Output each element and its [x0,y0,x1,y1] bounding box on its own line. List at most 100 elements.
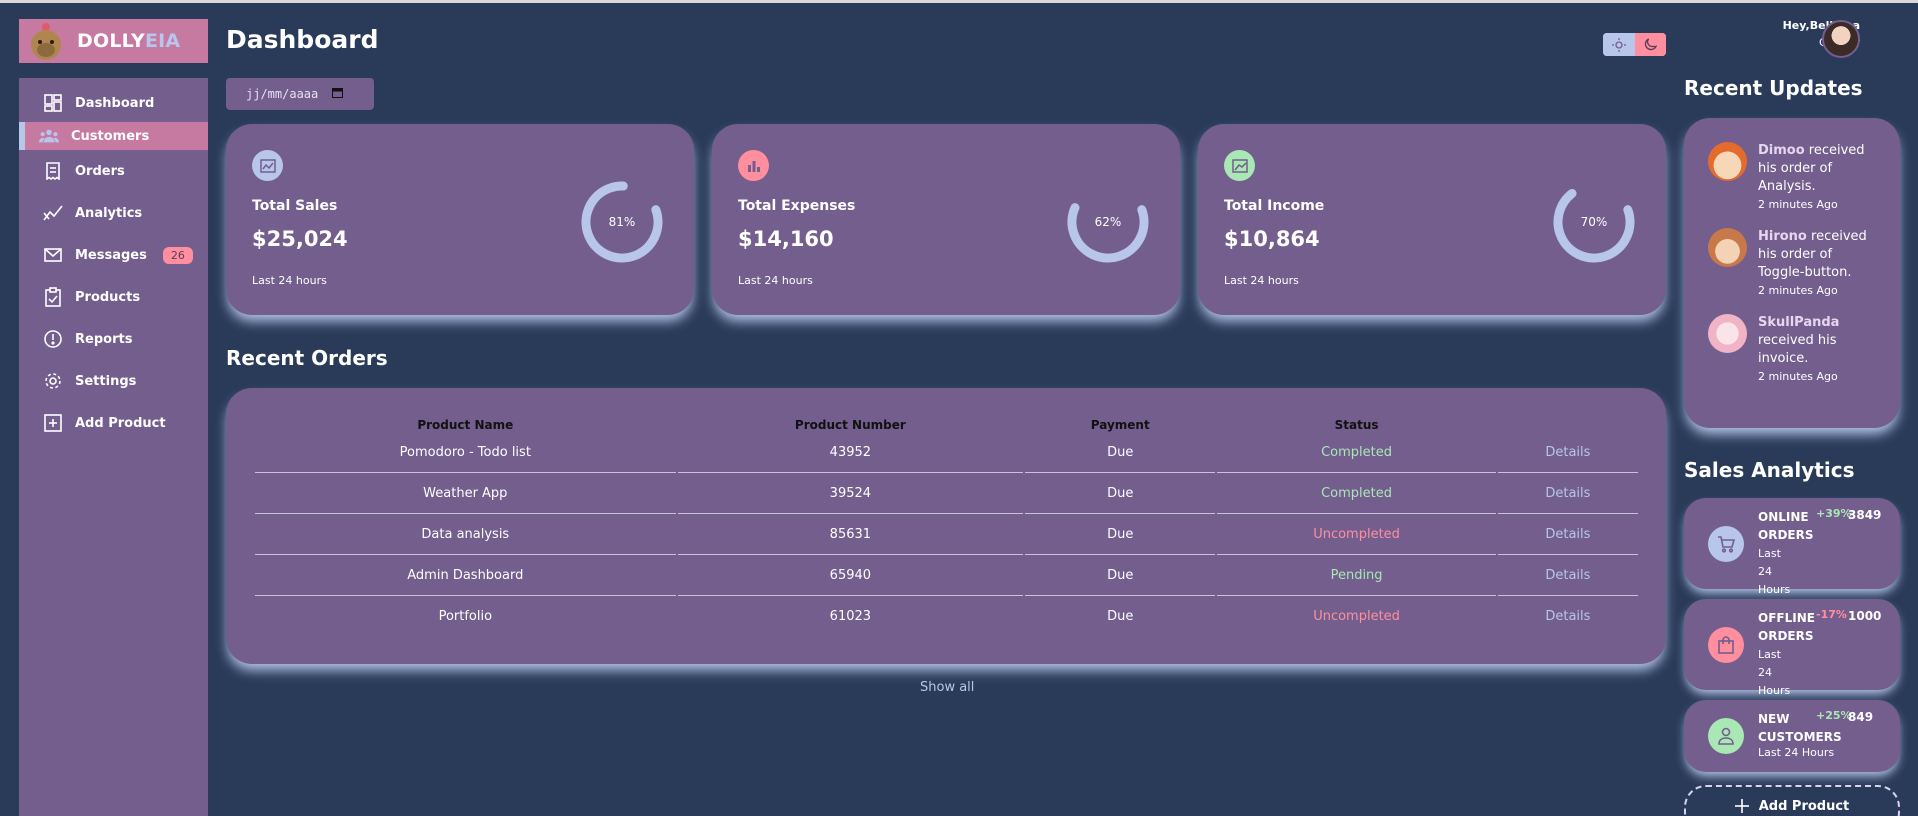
calendar-icon[interactable] [332,87,344,101]
date-placeholder: jj/mm/aaaa [246,87,319,101]
progress-percent: 81% [608,215,636,229]
payment-cell: Due [1025,514,1216,555]
orders-panel: Product Name Product Number Payment Stat… [226,388,1666,664]
product-name-cell: Pomodoro - Todo list [255,432,676,473]
details-link[interactable]: Details [1497,432,1638,473]
sales-item-online-orders[interactable]: ONLINE ORDERS Last 24 Hours +39% 3849 [1684,498,1900,596]
mail-icon [43,245,63,265]
capybara-logo-icon [27,21,65,61]
details-link[interactable]: Details [1498,596,1638,637]
sales-item-title: NEW CUSTOMERS [1758,712,1842,744]
column-header: Status [1334,418,1379,432]
sales-item-sub: Last 24 Hours [1758,547,1791,596]
sidebar: DOLLYEIA Dashboard Customers Orders Anal… [19,19,208,816]
update-item[interactable]: Hirono received his order of Toggle-butt… [1708,228,1878,297]
sidebar-item-analytics[interactable]: Analytics [19,199,208,227]
product-name-cell: Data analysis [255,514,676,555]
sidebar-item-products[interactable]: Products [19,283,208,311]
sidebar-item-dashboard[interactable]: Dashboard [19,89,208,117]
table-row: Pomodoro - Todo list 43952 Due Completed Det… [255,432,1638,473]
orders-table: Product Name Product Number Payment Stat… [253,410,1640,637]
add-product-button[interactable]: Add Product [1684,785,1900,816]
dark-mode-icon[interactable] [1634,33,1666,56]
stat-period: Last 24 hours [252,274,327,287]
sidebar-item-orders[interactable]: Orders [19,157,208,185]
sidebar-item-label: Settings [75,373,137,389]
light-mode-icon[interactable] [1603,33,1635,56]
sales-item-offline-orders[interactable]: OFFLINE ORDERS Last 24 Hours -17% 1000 [1684,599,1900,697]
product-number-cell: 65940 [677,555,1024,596]
messages-count-badge: 26 [162,246,193,264]
status-cell: Pending [1217,555,1496,596]
brand-name: DOLLYEIA [77,30,181,52]
cart-icon [1708,526,1744,562]
product-number-cell: 43952 [677,432,1024,473]
details-link[interactable]: Details [1497,555,1638,596]
sidebar-item-label: Analytics [75,205,143,221]
sales-item-new-customers[interactable]: NEW CUSTOMERS Last 24 Hours +25% 849 [1684,700,1900,772]
product-number-cell: 39524 [677,473,1024,514]
stat-card-total-sales[interactable]: Total Sales $25,024 Last 24 hours 81% [226,124,694,315]
sales-item-title: OFFLINE ORDERS [1758,611,1815,643]
sidebar-item-label: Orders [75,163,125,179]
product-name-cell: Weather App [255,473,676,514]
sidebar-item-reports[interactable]: Reports [19,325,208,353]
skullpanda-avatar [1708,314,1747,353]
sales-item-title: ONLINE ORDERS [1758,510,1814,542]
update-item[interactable]: Dimoo received his order of Analysis. 2 … [1708,142,1878,211]
stat-value: $10,864 [1224,227,1320,251]
brand[interactable]: DOLLYEIA [19,19,208,63]
avatar[interactable] [1822,20,1860,58]
gear-icon [43,371,63,391]
plus-icon [1734,799,1749,816]
sales-item-percent: +39% [1816,507,1852,520]
details-link[interactable]: Details [1497,473,1638,514]
sidebar-item-label: Add Product [75,415,166,431]
sidebar-item-customers[interactable]: Customers [19,122,208,150]
customers-icon [39,126,59,146]
stat-period: Last 24 hours [738,274,813,287]
update-item[interactable]: SkullPanda received his invoice. 2 minut… [1708,314,1878,383]
sidebar-item-settings[interactable]: Settings [19,367,208,395]
sales-analytics-title: Sales Analytics [1684,458,1855,482]
details-link[interactable]: Details [1497,514,1638,555]
sales-item-percent: -17% [1816,608,1847,621]
sidebar-item-messages[interactable]: Messages 26 [19,241,208,269]
stat-card-total-income[interactable]: Total Income $10,864 Last 24 hours 70% [1198,124,1666,315]
update-text: Dimoo received his order of Analysis. [1758,143,1865,194]
bar-chart-icon [738,150,769,181]
sidebar-item-label: Reports [75,331,133,347]
table-row: Portfolio 61023 Due Uncompleted Details [255,596,1638,637]
stat-value: $14,160 [738,227,834,251]
sales-item-value: 849 [1848,710,1874,724]
add-product-label: Add Product [1758,799,1850,814]
bag-icon [1708,627,1744,663]
recent-updates-title: Recent Updates [1684,76,1863,100]
status-cell: Completed [1217,473,1496,514]
date-input[interactable]: jj/mm/aaaa [226,78,374,110]
stat-card-total-expenses[interactable]: Total Expenses $14,160 Last 24 hours 62% [712,124,1180,315]
update-time: 2 minutes Ago [1758,370,1838,383]
stat-value: $25,024 [252,227,348,251]
dashboard-icon [43,93,63,113]
table-row: Weather App 39524 Due Completed Details [255,473,1638,514]
sales-item-sub: Last 24 Hours [1758,648,1791,697]
alert-icon [43,329,63,349]
dimoo-avatar [1708,142,1747,181]
updates-panel: Dimoo received his order of Analysis. 2 … [1684,118,1900,428]
table-row: Data analysis 85631 Due Uncompleted Details [255,514,1638,555]
theme-toggle[interactable] [1603,33,1666,56]
person-icon [1708,718,1744,754]
column-header [1498,410,1638,432]
table-header-row: Product Name Product Number Payment Stat… [255,410,1638,432]
stacked-line-icon [1224,150,1255,181]
update-text: SkullPanda received his invoice. [1758,315,1840,366]
show-all-link[interactable]: Show all [920,680,974,695]
orders-icon [43,161,63,181]
product-name-cell: Admin Dashboard [255,555,676,596]
product-number-cell: 85631 [677,514,1024,555]
hirono-avatar [1708,228,1747,267]
status-cell: Uncompleted [1217,514,1496,555]
sidebar-item-add-product[interactable]: Add Product [19,409,208,437]
chart-icon [252,150,283,181]
